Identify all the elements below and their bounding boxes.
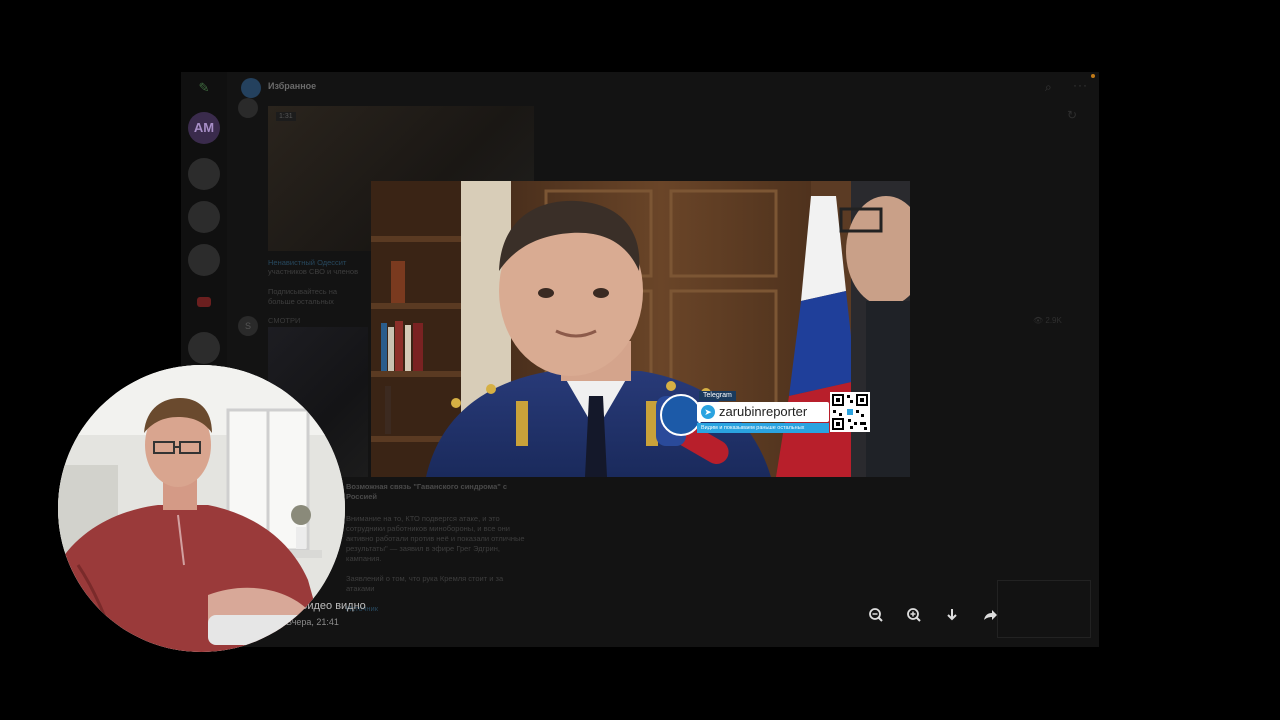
webcam-overlay [58,365,345,652]
chat-avatar[interactable] [188,158,220,190]
post-line: Заявлений о том, что рука Кремля стоит и… [346,574,504,583]
overlay-label: Telegram [699,391,736,401]
chat-avatar[interactable] [188,332,220,364]
video-duration-badge: 1:31 [276,112,296,121]
telegram-icon: ➤ [701,405,715,419]
refresh-icon[interactable]: ↻ [1067,108,1077,122]
overlay-handle: zarubinreporter [719,404,808,419]
sender-name[interactable]: СМОТРИ [268,316,300,326]
overlay-handle-bar: ➤ zarubinreporter [697,402,829,422]
message-text: Подписывайтесь на [268,287,338,296]
saved-messages-icon [241,78,261,98]
chat-avatar[interactable] [188,201,220,233]
chat-header: Избранное ⌕ ··· [227,72,1099,104]
qr-code [830,392,870,432]
thumbnail-preview[interactable] [997,580,1091,638]
download-icon[interactable] [941,604,963,626]
more-icon[interactable]: ··· [1073,78,1088,92]
notification-dot [1091,74,1095,78]
post-line: активно работали против неё и показали о… [346,534,525,543]
post-line: результаты" — заявил в эфире Грег Эдгрин… [346,544,500,553]
sender-avatar[interactable] [238,98,258,118]
message-text: больше остальных [268,297,334,306]
view-count: 👁 2.9K [1033,316,1062,325]
post-line: сотрудники работников минобороны, и все … [346,524,510,533]
post-heading: Россией [346,492,378,501]
overlay-subtitle: Видим и показываем раньше остальных [697,423,829,433]
video-frame [371,181,910,477]
media-timestamp: Вчера, 21:41 [286,617,339,627]
chat-avatar[interactable] [188,244,220,276]
sender-avatar[interactable]: S [238,316,258,336]
video-player[interactable]: Telegram ➤ zarubinreporter Видим и показ… [371,181,910,477]
post-line: атаками [346,584,375,593]
post-line: Внимание на то, КТО подвергся атаке, и э… [346,514,500,523]
webcam-frame [58,365,345,652]
zoom-out-icon[interactable] [865,604,887,626]
post-heading: Возможная связь "Гаванского синдрома" с [346,482,508,491]
presenter-avatar [660,394,702,436]
chat-title: Избранное [268,81,317,91]
chat-avatar-youtube[interactable] [188,287,220,319]
post-line: кампания. [346,554,382,563]
zoom-in-icon[interactable] [903,604,925,626]
chat-avatar-am[interactable]: AM [188,112,220,144]
compose-icon[interactable]: ✎ [195,80,213,98]
message-text: участников СВО и членов [268,267,359,276]
search-icon[interactable]: ⌕ [1045,80,1052,95]
